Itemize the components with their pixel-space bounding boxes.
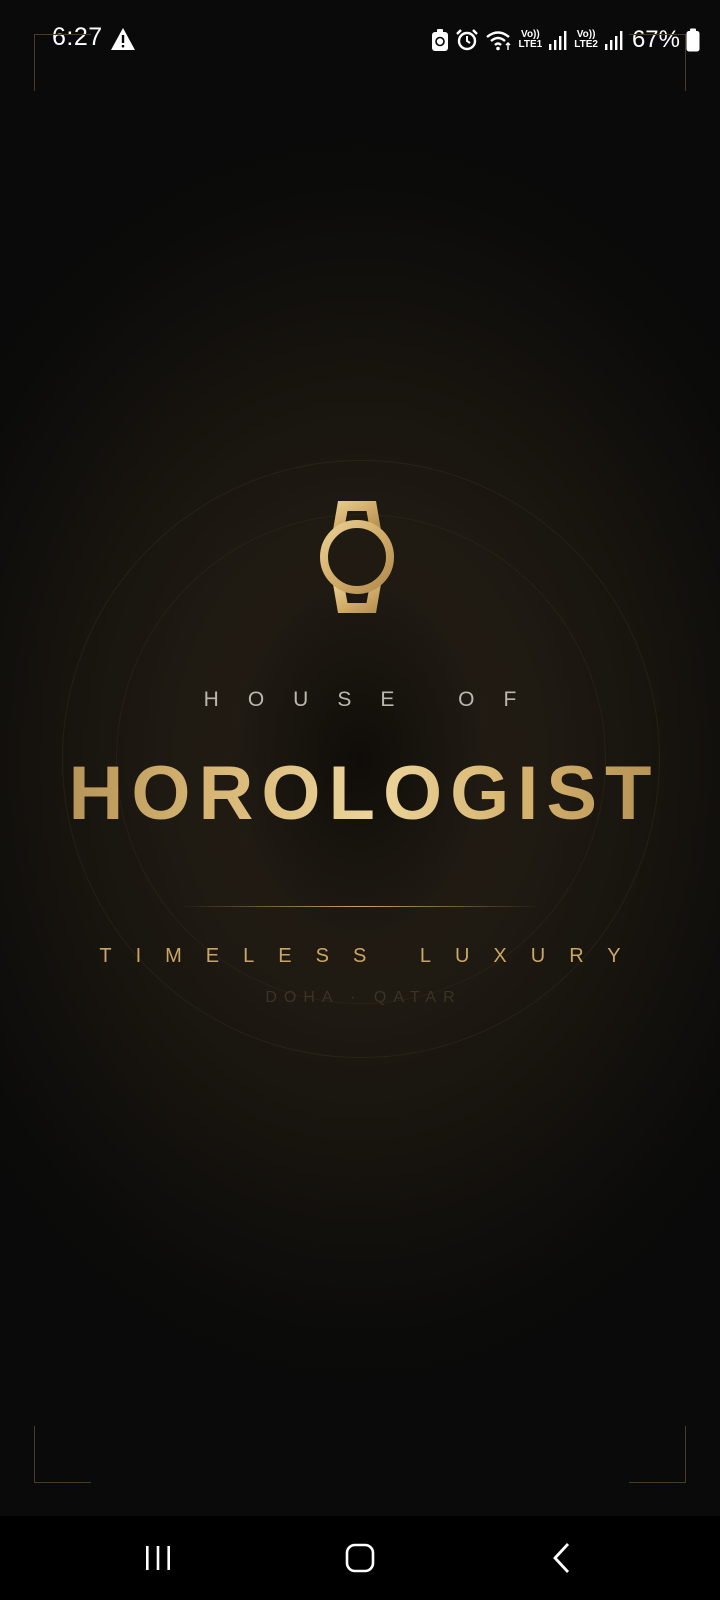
- recents-button[interactable]: [128, 1536, 188, 1580]
- signal-icon: [604, 31, 623, 50]
- watch-icon: [320, 501, 394, 613]
- home-icon: [345, 1543, 375, 1573]
- warning-icon: [111, 28, 135, 50]
- brand-tagline: TIMELESS LUXURY: [99, 945, 645, 967]
- status-bar: 6:27 Vo)) LTE1 Vo)) LTE2 67%: [0, 0, 720, 80]
- corner-bracket-bottom-left: [34, 1426, 91, 1483]
- back-button[interactable]: [532, 1536, 592, 1580]
- data-saver-icon: [431, 29, 448, 51]
- signal-icon: [549, 31, 567, 50]
- corner-bracket-top-left: [34, 34, 91, 91]
- recents-icon: [146, 1546, 170, 1570]
- back-icon: [553, 1543, 570, 1573]
- corner-bracket-top-right: [629, 34, 686, 91]
- wifi-icon: [485, 31, 511, 51]
- alarm-icon: [455, 29, 478, 51]
- splash-screen: 6:27 Vo)) LTE1 Vo)) LTE2 67% HOUSE OF HO…: [0, 0, 720, 1600]
- sim2-network-tag: Vo)) LTE2: [574, 30, 598, 50]
- brand-title: HOROLOGIST: [0, 752, 720, 836]
- gold-divider: [180, 906, 540, 907]
- battery-icon: [686, 28, 700, 52]
- sim1-network-tag: Vo)) LTE1: [519, 30, 543, 50]
- brand-prefix: HOUSE OF: [203, 688, 546, 711]
- brand-location: DOHA · QATAR: [265, 989, 462, 1006]
- system-navigation-bar: [0, 1516, 720, 1600]
- home-button[interactable]: [330, 1536, 390, 1580]
- corner-bracket-bottom-right: [629, 1426, 686, 1483]
- sim2-network-label: LTE2: [574, 39, 598, 50]
- sim1-network-label: LTE1: [518, 39, 543, 50]
